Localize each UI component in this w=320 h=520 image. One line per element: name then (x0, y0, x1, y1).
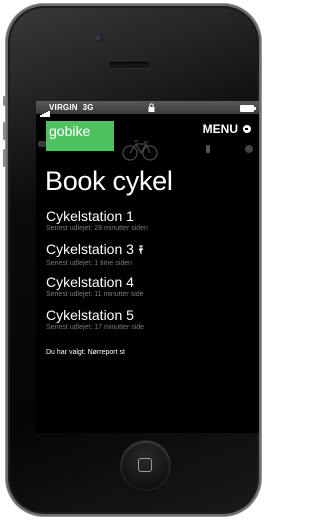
location-icon (245, 145, 253, 153)
phone-frame: VIRGIN 3G gobike MENU Book cykel Cykelst… (3, 4, 261, 516)
back-icon[interactable] (38, 141, 46, 147)
volume-down-button (3, 149, 6, 167)
status-bar: VIRGIN 3G (36, 101, 259, 117)
battery-icon (240, 105, 256, 112)
station-subtitle: Senest udlejet: 17 minutter side (46, 324, 145, 331)
menu-button[interactable]: MENU (203, 122, 251, 136)
home-button-icon (138, 458, 152, 472)
home-button[interactable] (121, 441, 170, 490)
station-item-1[interactable]: Cykelstation 1 Senest udlejet: 28 minutt… (46, 209, 251, 242)
page-title: Book cykel (45, 166, 173, 196)
menu-circle-icon (243, 124, 251, 133)
station-name: Cykelstation 3 (46, 241, 134, 257)
station-name: Cykelstation 4 (46, 274, 134, 290)
pin-icon (206, 145, 210, 153)
logo-text: gobike (49, 123, 91, 139)
gobike-logo: gobike (46, 121, 114, 151)
station-subtitle: Senest udlejet: 11 minutter side (46, 291, 144, 298)
volume-up-button (3, 122, 6, 140)
selected-station-text: Du har valgt: Nørreport st (46, 349, 125, 356)
station-name: Cykelstation 1 (46, 208, 134, 224)
lock-icon (148, 103, 155, 112)
pin-icon (138, 244, 144, 259)
station-name-row: Cykelstation 3 (46, 242, 251, 259)
bicycle-icon (122, 140, 158, 161)
earpiece-speaker (109, 62, 149, 68)
mute-switch (3, 96, 6, 106)
phone-screen: VIRGIN 3G gobike MENU Book cykel Cykelst… (36, 101, 259, 433)
carrier-text: VIRGIN 3G (49, 101, 94, 114)
station-item-3[interactable]: Cykelstation 3 Senest udlejet: 1 time si… (46, 242, 251, 275)
station-name: Cykelstation 5 (46, 307, 134, 323)
menu-label: MENU (202, 122, 238, 136)
network-type: 3G (82, 103, 94, 112)
station-item-4[interactable]: Cykelstation 4 Senest udlejet: 11 minutt… (46, 275, 251, 308)
station-subtitle: Senest udlejet: 1 time siden (46, 260, 132, 267)
station-subtitle: Senest udlejet: 28 minutter siden (46, 225, 148, 232)
station-item-5[interactable]: Cykelstation 5 Senest udlejet: 17 minutt… (46, 308, 251, 341)
station-list: Cykelstation 1 Senest udlejet: 28 minutt… (46, 209, 251, 341)
carrier-name: VIRGIN (49, 103, 78, 112)
front-camera (94, 34, 103, 43)
